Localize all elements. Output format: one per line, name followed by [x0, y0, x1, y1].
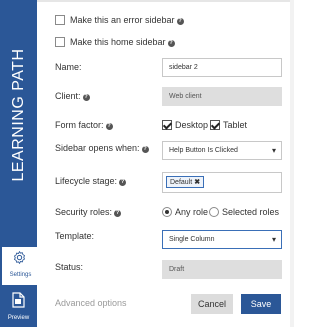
tablet-checkbox[interactable]	[210, 120, 220, 130]
lifecycle-label: Lifecycle stage:	[55, 176, 118, 186]
left-rail: LEARNING PATH Settings Preview	[0, 0, 37, 327]
desktop-label: Desktop	[175, 120, 209, 130]
home-sidebar-label: Make this home sidebar	[70, 37, 166, 47]
name-label: Name:	[55, 62, 82, 72]
error-sidebar-checkbox[interactable]	[55, 15, 65, 25]
rail-preview-label: Preview	[7, 315, 30, 321]
lifecycle-tag-label: Default	[170, 179, 193, 186]
security-label-row: Security roles:?	[55, 207, 122, 217]
template-label: Template:	[55, 231, 95, 241]
name-input[interactable]: sidebar 2	[162, 58, 282, 77]
advanced-options-link[interactable]: Advanced options	[55, 298, 127, 308]
cancel-button[interactable]: Cancel	[191, 294, 233, 314]
help-icon[interactable]: ?	[119, 179, 127, 186]
help-icon[interactable]: ?	[114, 210, 122, 217]
error-sidebar-option: Make this an error sidebar?	[70, 15, 184, 25]
client-field: Web client	[162, 87, 282, 106]
opens-label: Sidebar opens when:	[55, 143, 140, 153]
remove-tag-icon[interactable]: ✖	[194, 179, 200, 186]
help-icon[interactable]: ?	[105, 123, 113, 130]
top-divider	[37, 0, 294, 2]
status-label: Status:	[55, 262, 84, 272]
opens-select-value: Help Button Is Clicked	[169, 147, 238, 154]
help-icon[interactable]: ?	[82, 94, 90, 101]
client-label-row: Client:?	[55, 91, 90, 101]
client-label: Client:	[55, 91, 81, 101]
error-sidebar-label: Make this an error sidebar	[70, 15, 175, 25]
security-label: Security roles:	[55, 207, 113, 217]
form-factor-label-row: Form factor:?	[55, 120, 113, 130]
rail-title: LEARNING PATH	[1, 22, 37, 207]
opens-label-row: Sidebar opens when:?	[55, 143, 149, 153]
gear-icon	[14, 251, 25, 264]
preview-icon	[12, 292, 25, 308]
help-icon[interactable]: ?	[167, 40, 175, 47]
any-role-label: Any role	[175, 207, 209, 217]
desktop-checkbox[interactable]	[162, 120, 172, 130]
template-select-value: Single Column	[169, 236, 215, 243]
form-factor-label: Form factor:	[55, 120, 104, 130]
template-select[interactable]: Single Column	[162, 230, 282, 249]
rail-title-text: LEARNING PATH	[10, 47, 27, 182]
status-field: Draft	[162, 260, 282, 279]
rail-settings-label: Settings	[9, 272, 32, 278]
rail-settings-button[interactable]: Settings	[0, 247, 37, 285]
opens-select[interactable]: Help Button Is Clicked	[162, 141, 282, 160]
help-icon[interactable]: ?	[141, 146, 149, 153]
selected-roles-label: Selected roles	[222, 207, 280, 217]
selected-roles-radio[interactable]	[209, 207, 219, 217]
lifecycle-label-row: Lifecycle stage:?	[55, 176, 127, 186]
home-sidebar-checkbox[interactable]	[55, 37, 65, 47]
scrollbar[interactable]	[290, 0, 294, 327]
rail-preview-button[interactable]: Preview	[0, 288, 37, 326]
help-icon[interactable]: ?	[176, 18, 184, 25]
lifecycle-tag: Default ✖	[166, 176, 205, 188]
save-button[interactable]: Save	[241, 294, 281, 314]
home-sidebar-option: Make this home sidebar?	[70, 37, 175, 47]
any-role-radio[interactable]	[162, 207, 172, 217]
tablet-label: Tablet	[223, 120, 248, 130]
